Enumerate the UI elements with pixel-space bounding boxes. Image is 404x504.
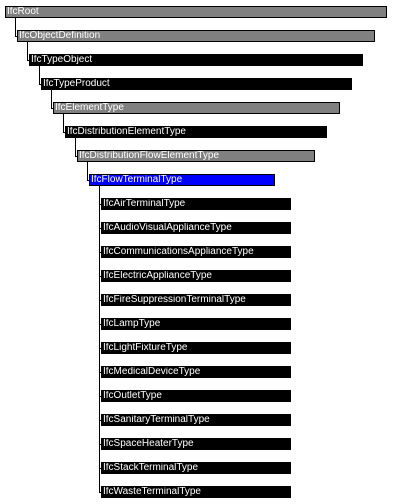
node-ifc-outlet-type[interactable]: IfcOutletType: [101, 390, 291, 402]
tree-connector: [51, 90, 52, 109]
node-ifc-object-definition[interactable]: IfcObjectDefinition: [17, 30, 375, 42]
tree-connector: [39, 66, 40, 85]
node-ifc-stack-terminal-type[interactable]: IfcStackTerminalType: [101, 462, 291, 474]
node-ifc-fire-suppression-terminal-type[interactable]: IfcFireSuppressionTerminalType: [101, 294, 291, 306]
node-ifc-light-fixture-type[interactable]: IfcLightFixtureType: [101, 342, 291, 354]
tree-connector: [75, 138, 76, 157]
node-ifc-element-type[interactable]: IfcElementType: [53, 102, 340, 114]
node-ifc-medical-device-type[interactable]: IfcMedicalDeviceType: [101, 366, 291, 378]
tree-connector: [63, 114, 64, 133]
tree-connector: [99, 186, 100, 493]
node-ifc-electric-appliance-type[interactable]: IfcElectricApplianceType: [101, 270, 291, 282]
tree-connector: [15, 18, 16, 37]
node-ifc-root[interactable]: IfcRoot: [5, 6, 387, 18]
tree-connector: [87, 162, 88, 181]
node-ifc-distribution-flow-element-type[interactable]: IfcDistributionFlowElementType: [77, 150, 315, 162]
node-ifc-distribution-element-type[interactable]: IfcDistributionElementType: [65, 126, 327, 138]
inheritance-tree: IfcRoot IfcObjectDefinition IfcTypeObject I…: [0, 0, 404, 504]
node-ifc-type-product[interactable]: IfcTypeProduct: [41, 78, 352, 90]
node-ifc-type-object[interactable]: IfcTypeObject: [29, 54, 363, 66]
node-ifc-flow-terminal-type[interactable]: IfcFlowTerminalType: [89, 174, 275, 186]
node-ifc-audio-visual-appliance-type[interactable]: IfcAudioVisualApplianceType: [101, 222, 291, 234]
node-ifc-lamp-type[interactable]: IfcLampType: [101, 318, 291, 330]
tree-connector: [27, 42, 28, 61]
node-ifc-waste-terminal-type[interactable]: IfcWasteTerminalType: [101, 486, 291, 498]
node-ifc-communications-appliance-type[interactable]: IfcCommunicationsApplianceType: [101, 246, 291, 258]
node-ifc-sanitary-terminal-type[interactable]: IfcSanitaryTerminalType: [101, 414, 291, 426]
node-ifc-air-terminal-type[interactable]: IfcAirTerminalType: [101, 198, 291, 210]
node-ifc-space-heater-type[interactable]: IfcSpaceHeaterType: [101, 438, 291, 450]
